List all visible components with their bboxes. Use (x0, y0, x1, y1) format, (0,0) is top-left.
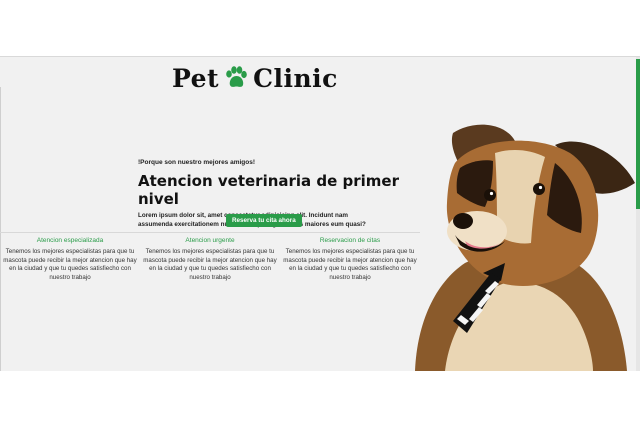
feature-text: Tenemos los mejores especialistas para q… (283, 248, 417, 281)
content-edge (0, 87, 1, 371)
features-row: Atencion especializada Tenemos los mejor… (0, 237, 420, 282)
feature-title: Atencion especializada (36, 237, 104, 244)
hero-tagline: !Porque son nuestro mejores amigos! (138, 159, 256, 166)
page-content: Pet Clinic !Porque son nuestro mejores a… (0, 56, 640, 371)
paw-icon (226, 66, 247, 87)
feature-text: Tenemos los mejores especialistas para q… (3, 248, 137, 281)
hero-title: Atencion veterinaria de primer nivel (138, 172, 399, 208)
divider (0, 232, 420, 233)
scrollbar-thumb[interactable] (636, 59, 640, 209)
book-appointment-button[interactable]: Reserva tu cita ahora (226, 214, 302, 227)
brand-name-right: Clinic (253, 63, 338, 93)
feature-card: Reservacion de citas Tenemos los mejores… (280, 237, 420, 282)
scrollbar[interactable] (636, 57, 640, 371)
feature-card: Atencion especializada Tenemos los mejor… (0, 237, 140, 282)
brand-name-left: Pet (172, 63, 220, 93)
feature-card: Atencion urgente Tenemos los mejores esp… (140, 237, 280, 282)
feature-title: Reservacion de citas (319, 237, 381, 244)
feature-text: Tenemos los mejores especialistas para q… (143, 248, 277, 281)
brand-logo[interactable]: Pet Clinic (172, 63, 338, 93)
dog-image (415, 124, 635, 371)
feature-title: Atencion urgente (185, 237, 235, 244)
